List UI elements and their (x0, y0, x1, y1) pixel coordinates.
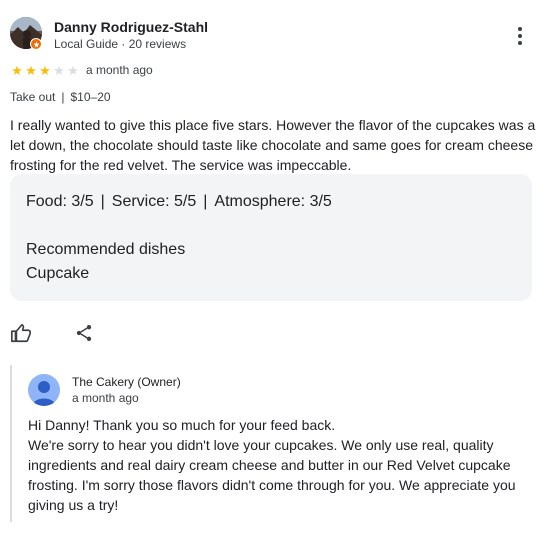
owner-reply-border (10, 365, 12, 522)
share-icon (76, 325, 92, 341)
person-icon (32, 381, 56, 406)
owner-reply-line: Hi Danny! Thank you so much for your fee… (28, 417, 336, 433)
owner-reply-text: Hi Danny! Thank you so much for your fee… (28, 415, 533, 515)
review-text: I really wanted to give this place five … (10, 115, 536, 175)
owner-name: The Cakery (Owner) (72, 375, 181, 389)
attribute-separator: | (61, 90, 65, 104)
owner-reply-line: We're sorry to hear you didn't love your… (28, 437, 516, 513)
price-range: $10–20 (70, 90, 111, 104)
review-date: a month ago (86, 63, 153, 77)
more-vert-icon-dot (518, 41, 522, 45)
owner-reply-date: a month ago (72, 391, 139, 405)
more-options-button[interactable] (510, 24, 530, 48)
review-attributes: Take out | $10–20 (10, 90, 111, 104)
rating-separator: | (203, 193, 208, 210)
reviewer-name[interactable]: Danny Rodriguez-Stahl (54, 19, 208, 35)
more-vert-icon-dot (518, 34, 522, 38)
recommended-dishes-label: Recommended dishes (26, 241, 186, 258)
rating-separator: | (100, 193, 105, 210)
star-filled-icon: ★ (11, 63, 23, 78)
star-empty-icon: ★ (53, 63, 65, 78)
atmosphere-rating: Atmosphere: 3/5 (214, 193, 332, 210)
share-button[interactable] (74, 323, 94, 343)
star-filled-icon: ★ (39, 63, 51, 78)
star-empty-icon: ★ (67, 63, 79, 78)
review-body: I really wanted to give this place five … (10, 117, 536, 173)
like-button[interactable] (10, 322, 32, 344)
owner-avatar (28, 374, 60, 406)
star-rating: ★ ★ ★ ★ ★ (10, 64, 80, 77)
food-rating: Food: 3/5 (26, 193, 94, 210)
local-guide-badge-icon (30, 38, 42, 50)
more-vert-icon (518, 27, 522, 31)
reviewer-meta[interactable]: Local Guide · 20 reviews (54, 37, 186, 51)
star-filled-icon: ★ (25, 63, 37, 78)
recommended-dish: Cupcake (26, 265, 90, 282)
service-rating: Service: 5/5 (111, 193, 197, 210)
sub-ratings: Food: 3/5 | Service: 5/5 | Atmosphere: 3/5 (26, 193, 332, 211)
thumbs-up-icon (11, 323, 31, 343)
service-type: Take out (10, 90, 56, 104)
